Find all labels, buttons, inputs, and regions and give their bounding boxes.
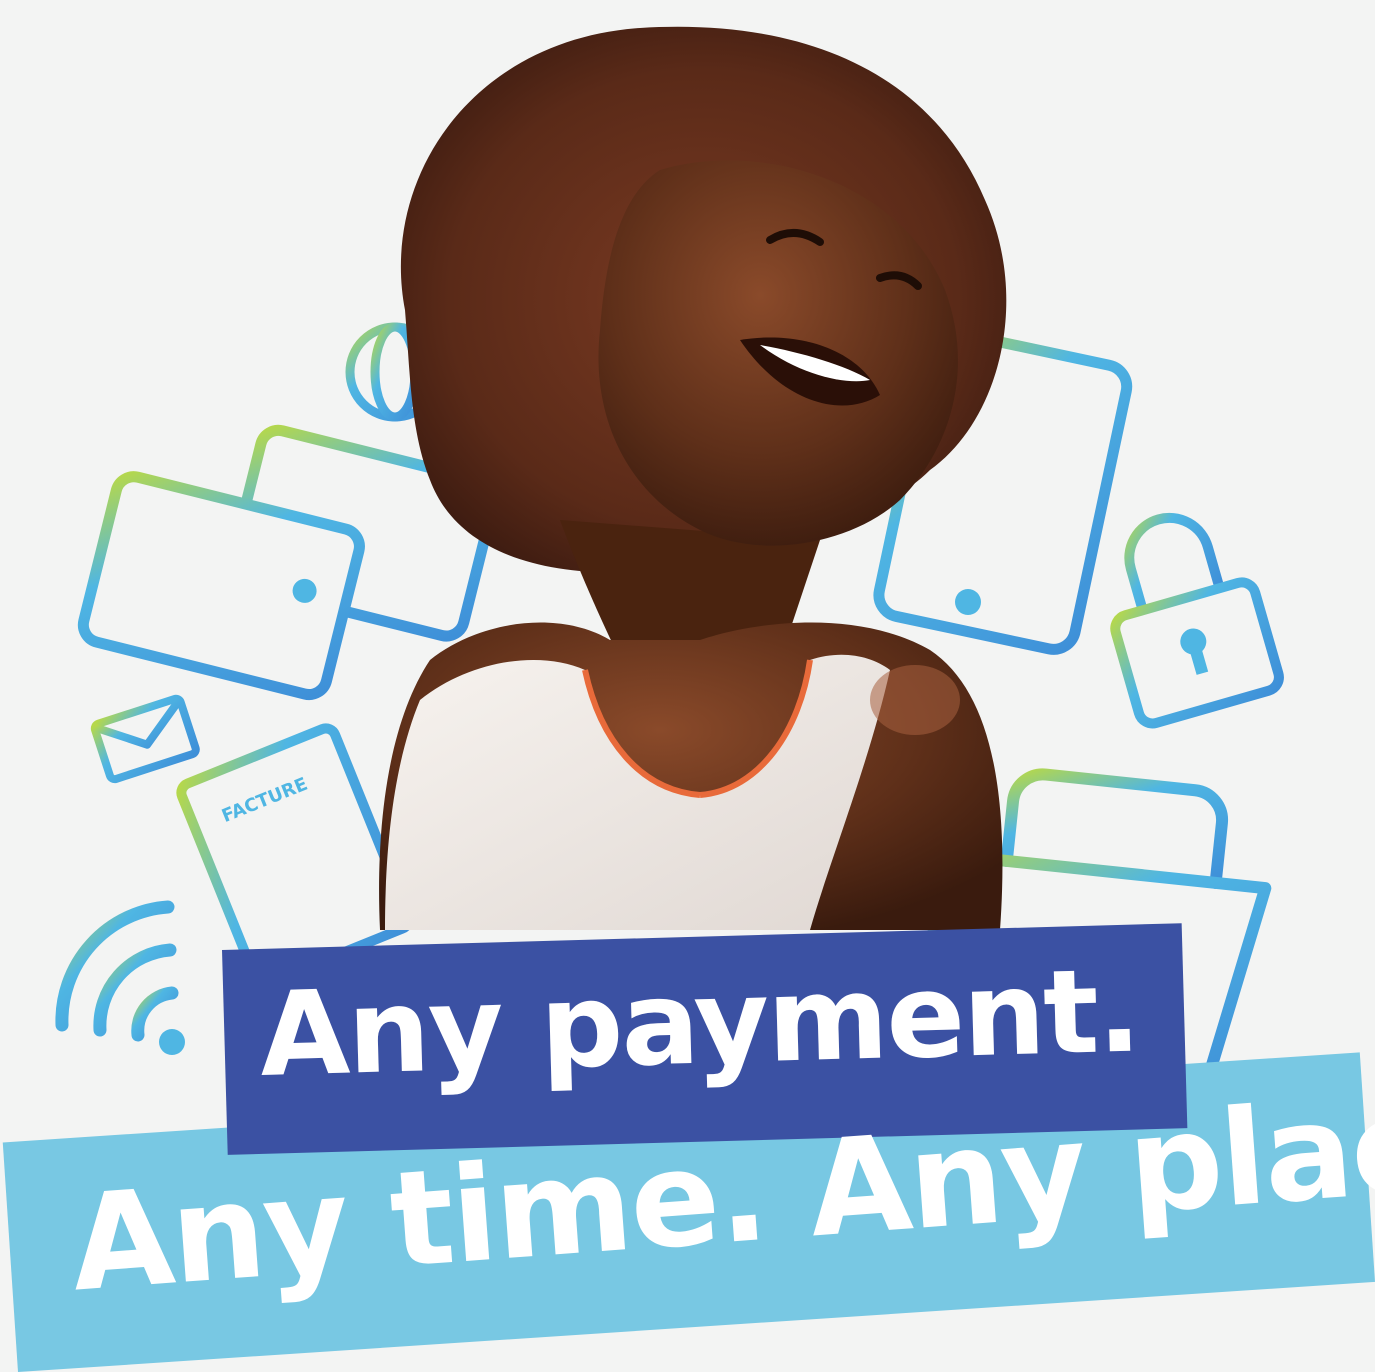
- headline: Any payment.: [258, 943, 1141, 1103]
- ad-banner: FACTURE Any payment. Any time. Any place…: [0, 0, 1375, 1372]
